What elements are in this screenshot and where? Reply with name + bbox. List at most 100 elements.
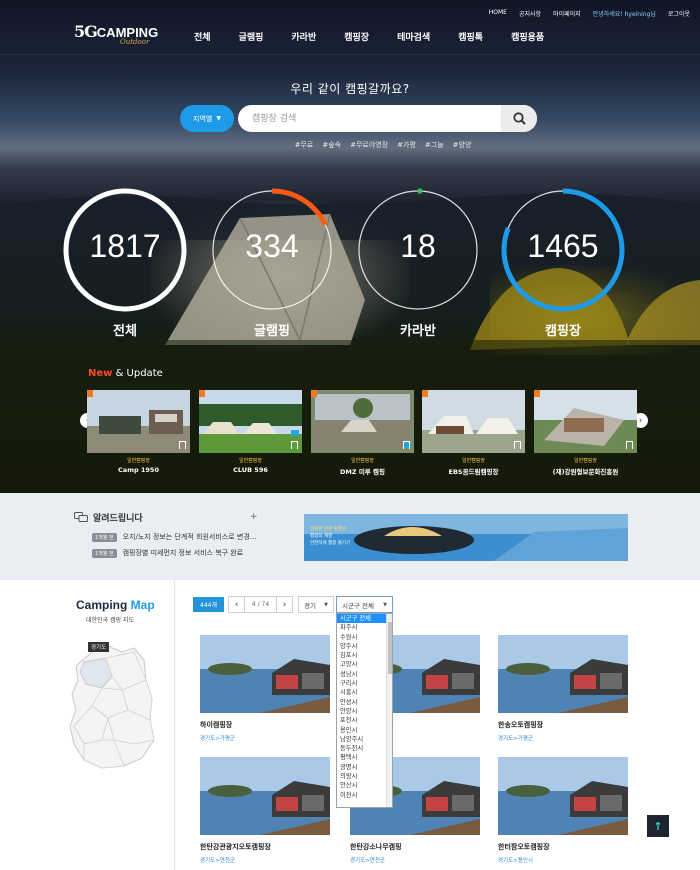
update-label: & Update [112, 368, 163, 379]
nav-camping-gear[interactable]: 캠핑용품 [511, 30, 544, 43]
notice-title: 알려드립니다 [74, 511, 143, 524]
nav-caravan[interactable]: 카라반 [291, 30, 316, 43]
result-photo [498, 635, 628, 713]
scroll-top-button[interactable]: ↑ [647, 815, 669, 837]
result-address[interactable]: 경기도>연천군 [350, 856, 480, 864]
bookmark-icon[interactable] [291, 441, 298, 449]
nav-glamping[interactable]: 글램핑 [239, 30, 264, 43]
next-page-button[interactable]: › [277, 597, 292, 612]
dropdown-option[interactable]: 평택시 [337, 753, 392, 762]
notice-link[interactable]: 공지사항 [519, 9, 541, 18]
hashtag[interactable]: #숲속 [322, 140, 341, 150]
result-address[interactable]: 경기도>가평군 [498, 734, 628, 742]
notice-title-text: 알려드립니다 [93, 514, 143, 524]
stat-circle-campsite[interactable]: 1465 [501, 188, 625, 312]
stat-label: 캠핑장 [545, 324, 581, 339]
nav-theme-search[interactable]: 테마검색 [397, 30, 430, 43]
dropdown-option[interactable]: 안산시 [337, 781, 392, 790]
update-card[interactable]: 일반캠핑장 EBS꿈드림캠핑장 [422, 390, 525, 476]
result-address[interactable]: 경기도>가평군 [200, 734, 330, 742]
dropdown-option[interactable]: 성남시 [337, 670, 392, 679]
dropdown-option[interactable]: 안양시 [337, 707, 392, 716]
dropdown-option[interactable]: 용인시 [337, 726, 392, 735]
dropdown-option[interactable]: 수원시 [337, 633, 392, 642]
dropdown-option[interactable]: 구리시 [337, 679, 392, 688]
result-name: 한송오토캠핑장 [498, 721, 544, 729]
card-photo [534, 390, 637, 453]
result-card[interactable]: 하이캠핑장 경기도>가평군 [200, 635, 330, 742]
dropdown-option[interactable]: 고양시 [337, 660, 392, 669]
update-card[interactable]: 일반캠핑장 CLUB 596 [199, 390, 302, 474]
hashtag[interactable]: #양양 [453, 140, 472, 150]
stat-circle-caravan[interactable]: 18 [356, 188, 480, 312]
dropdown-option[interactable]: 시흥시 [337, 688, 392, 697]
bookmark-icon[interactable] [403, 441, 410, 449]
update-card[interactable]: 일반캠핑장 (재)강원형보문화진흥원 [534, 390, 637, 476]
stat-value: 334 [245, 228, 299, 264]
dropdown-option[interactable]: 포천시 [337, 716, 392, 725]
stat-value: 1817 [89, 228, 161, 264]
result-name: 한터팜오토캠핑장 [498, 843, 550, 851]
nav-campsite[interactable]: 캠핑장 [344, 30, 369, 43]
result-card[interactable]: 한터팜오토캠핑장 경기도>용인시 [498, 757, 628, 864]
result-address[interactable]: 경기도>용인시 [498, 856, 628, 864]
promo-banner[interactable]: 행복한 건강 여행의 캠핑의 계절 안전하게 캠핑 즐기기 [304, 514, 628, 561]
card-badge [311, 390, 317, 397]
main-nav: 전체 글램핑 카라반 캠핑장 테마검색 캠핑톡 캠핑용품 [194, 30, 572, 43]
dropdown-option[interactable]: 김포시 [337, 651, 392, 660]
notice-more-button[interactable]: + [250, 512, 258, 522]
update-card[interactable]: 일반캠핑장 DMZ 미루 캠핑 [311, 390, 414, 476]
bookmark-icon[interactable] [514, 441, 521, 449]
bookmark-icon[interactable] [179, 441, 186, 449]
result-name: 한탄강관광지오토캠핑장 [200, 843, 271, 851]
search-input[interactable] [252, 110, 492, 127]
mypage-link[interactable]: 마이페이지 [553, 9, 581, 18]
dropdown-scrollbar[interactable] [386, 614, 392, 807]
stat-circle-glamping[interactable]: 334 [210, 188, 334, 312]
camping-map-title: Camping Map [76, 598, 155, 612]
arrow-up-icon: ↑ [653, 819, 663, 833]
result-card[interactable]: 한송오토캠핑장 경기도>가평군 [498, 635, 628, 742]
dropdown-option[interactable]: 남양주시 [337, 735, 392, 744]
prev-page-button[interactable]: ‹ [229, 597, 244, 612]
hashtag[interactable]: #가평 [397, 140, 416, 150]
card-photo [422, 390, 525, 453]
logout-link[interactable]: 로그아웃 [668, 9, 690, 18]
user-greeting[interactable]: 안녕하세요! hyeining님 [593, 9, 656, 18]
dropdown-option[interactable]: 의왕시 [337, 772, 392, 781]
region-select-button[interactable]: 지역별 ▼ [180, 105, 234, 132]
home-link[interactable]: HOME [489, 9, 507, 18]
hashtag[interactable]: #무료야영장 [350, 140, 388, 150]
search-button[interactable] [501, 105, 537, 132]
dropdown-option[interactable]: 안성시 [337, 698, 392, 707]
region-label: 지역별 [193, 114, 213, 123]
stat-circle-all[interactable]: 1817 [63, 188, 187, 312]
district-dropdown-list[interactable]: 시군구 전체 파주시 수원시 양주시 김포시 고양시 성남시 구리시 시흥시 안성시 안양시 포천시 용… [336, 613, 393, 808]
dropdown-option[interactable]: 동두천시 [337, 744, 392, 753]
dropdown-option[interactable]: 파주시 [337, 623, 392, 632]
hashtag[interactable]: #그늘 [425, 140, 444, 150]
nav-camping-talk[interactable]: 캠핑톡 [458, 30, 483, 43]
site-logo[interactable]: 5GCAMPING Outdoor [74, 22, 158, 46]
district-value: 시군구 전체 [342, 601, 374, 610]
card-category: 일반캠핑장 [350, 458, 374, 464]
bookmark-icon[interactable] [626, 441, 633, 449]
stat-value: 18 [400, 228, 436, 264]
notice-item[interactable]: 1개월 전 오지/노지 정보는 단계적 회원서비스로 변경... [92, 532, 256, 542]
dropdown-option[interactable]: 시군구 전체 [337, 614, 392, 624]
update-card[interactable]: 일반캠핑장 Camp 1950 [87, 390, 190, 474]
search-box [238, 105, 537, 132]
dropdown-option[interactable]: 광명시 [337, 763, 392, 772]
dropdown-option[interactable]: 양주시 [337, 642, 392, 651]
result-address[interactable]: 경기도>연천군 [200, 856, 330, 864]
result-card[interactable]: 한탄강관광지오토캠핑장 경기도>연천군 [200, 757, 330, 864]
hashtag[interactable]: #무료 [295, 140, 314, 150]
nav-all[interactable]: 전체 [194, 30, 211, 43]
region-tag: 경기도 [88, 642, 110, 652]
notice-item[interactable]: 1개월 전 캠핑장별 미세먼지 정보 서비스 복구 완료 [92, 548, 243, 558]
dropdown-option[interactable]: 이천시 [337, 791, 392, 800]
chevron-down-icon: ▼ [324, 601, 328, 608]
korea-map[interactable] [62, 640, 162, 780]
district-select[interactable]: 시군구 전체 ▼ [336, 596, 393, 613]
province-select[interactable]: 경기 ▼ [298, 596, 334, 613]
